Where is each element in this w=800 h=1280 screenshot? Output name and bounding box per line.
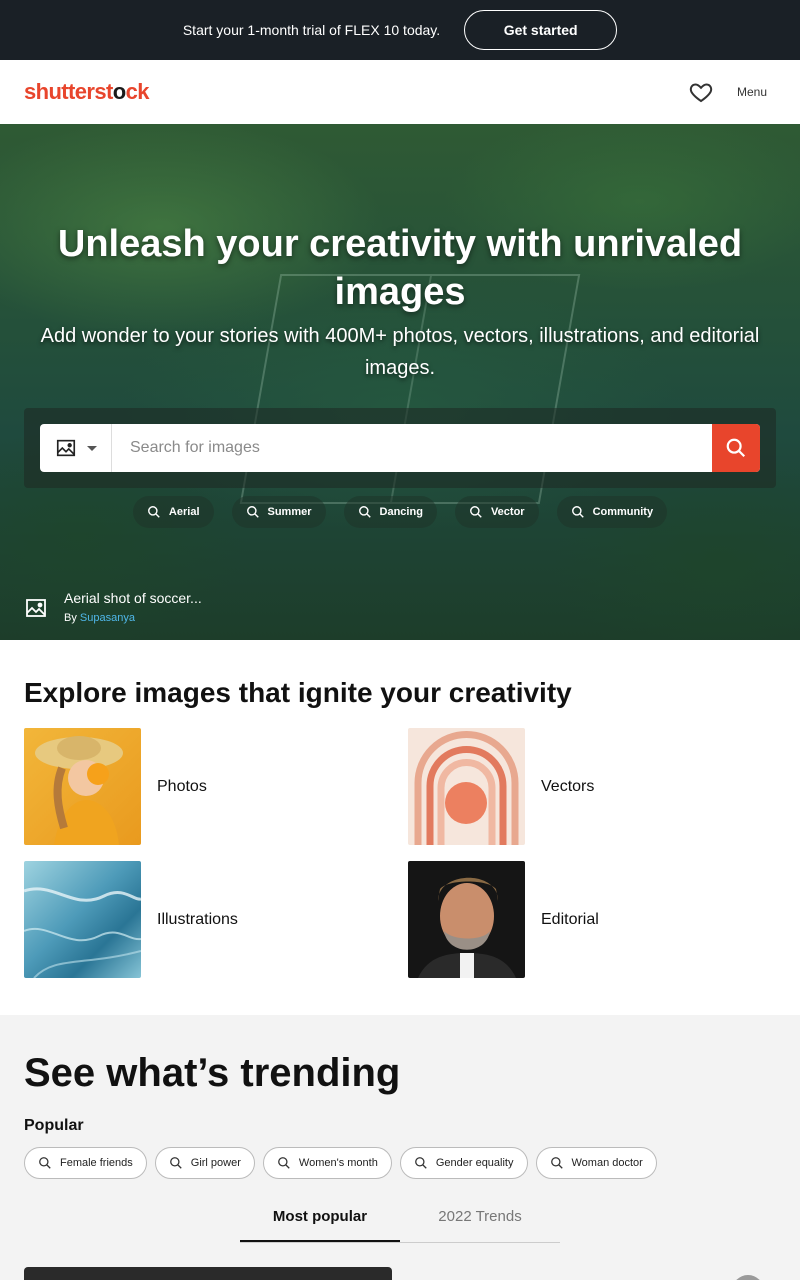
chip-girl-power[interactable]: Girl power [154, 1147, 255, 1179]
chip-gender-equality[interactable]: Gender equality [399, 1147, 528, 1179]
chip-label: Summer [267, 506, 312, 518]
illustrations-thumbnail [24, 861, 141, 978]
search-icon [726, 438, 746, 458]
shutterstock-logo[interactable]: shutterstock [24, 79, 149, 105]
search-icon [246, 506, 259, 518]
credit-text: Aerial shot of soccer... By Supasanya [64, 588, 202, 624]
site-header: shutterstock Menu [0, 60, 800, 124]
search-icon [277, 1157, 290, 1169]
hero-section: Unleash your creativity with unrivaled i… [0, 124, 800, 640]
hero-suggestion-chips: Aerial Summer Dancing Vector Community [0, 496, 800, 528]
chip-label: Gender equality [435, 1157, 514, 1169]
popular-label: Popular [24, 1117, 84, 1134]
chip-label: Aerial [168, 506, 200, 518]
image-icon [56, 439, 75, 457]
search-icon [147, 506, 160, 518]
chip-label: Woman doctor [571, 1157, 643, 1169]
search-input[interactable] [112, 424, 712, 472]
explore-title: Explore images that ignite your creativi… [24, 677, 572, 708]
image-credit: Aerial shot of soccer... By Supasanya [24, 588, 202, 624]
chip-dancing[interactable]: Dancing [343, 496, 437, 528]
hero-subtitle: Add wonder to your stories with 400M+ ph… [40, 325, 760, 379]
chip-female-friends[interactable]: Female friends [24, 1147, 147, 1179]
chip-summer[interactable]: Summer [231, 496, 326, 528]
chip-label: Girl power [190, 1157, 241, 1169]
search-icon [39, 1157, 51, 1169]
tab-most-popular[interactable]: Most popular [240, 1201, 400, 1242]
editorial-thumbnail [408, 861, 525, 978]
logo-text-ck: ck [125, 79, 150, 104]
category-editorial[interactable]: Editorial [408, 861, 599, 978]
chip-community[interactable]: Community [556, 496, 668, 528]
promo-bar: Start your 1-month trial of FLEX 10 toda… [0, 0, 800, 60]
credit-byline: By Supasanya [64, 612, 202, 624]
category-label: Vectors [541, 777, 595, 795]
trending-title: See what’s trending [24, 1051, 401, 1095]
illustrations-thumbnail-art [24, 887, 141, 978]
search-box [40, 424, 760, 472]
editorial-thumbnail-art [418, 877, 516, 978]
search-icon [550, 1157, 563, 1169]
search-button[interactable] [712, 424, 760, 472]
category-label: Photos [157, 777, 207, 795]
chip-label: Women's month [298, 1157, 378, 1169]
vectors-thumbnail [408, 728, 525, 845]
heart-icon[interactable] [689, 80, 713, 104]
search-icon [571, 506, 584, 518]
search-icon [414, 1157, 427, 1169]
category-vectors[interactable]: Vectors [408, 728, 594, 845]
chip-vector[interactable]: Vector [454, 496, 539, 528]
trending-chips: Female friends Girl power Women's month … [24, 1147, 657, 1179]
chip-woman-doctor[interactable]: Woman doctor [535, 1147, 657, 1179]
photos-thumbnail [24, 728, 141, 845]
category-illustrations[interactable]: Illustrations [24, 861, 238, 978]
chip-aerial[interactable]: Aerial [132, 496, 214, 528]
category-label: Illustrations [157, 910, 238, 928]
chevron-down-icon [86, 445, 97, 451]
search-icon [169, 1157, 182, 1169]
trending-image-card[interactable] [24, 1267, 392, 1280]
tab-2022-trends[interactable]: 2022 Trends [400, 1201, 560, 1242]
promo-text: Start your 1-month trial of FLEX 10 toda… [182, 22, 441, 38]
header-actions: Menu [689, 80, 776, 104]
credit-by-label: By [64, 612, 77, 624]
explore-section: Explore images that ignite your creativi… [0, 640, 800, 1015]
chip-label: Community [592, 506, 654, 518]
logo-text-red: shutterst [24, 79, 113, 104]
category-photos[interactable]: Photos [24, 728, 207, 845]
credit-title[interactable]: Aerial shot of soccer... [64, 588, 202, 608]
chip-womens-month[interactable]: Women's month [262, 1147, 392, 1179]
chip-label: Vector [490, 506, 525, 518]
chip-label: Female friends [60, 1157, 133, 1169]
photos-thumbnail-art [35, 736, 123, 845]
category-label: Editorial [541, 910, 599, 928]
hero-title: Unleash your creativity with unrivaled i… [57, 223, 743, 313]
image-icon [26, 599, 46, 617]
trending-tabs: Most popular 2022 Trends [240, 1201, 560, 1243]
search-icon [358, 506, 371, 518]
get-started-button[interactable]: Get started [464, 10, 618, 50]
credit-author-link[interactable]: Supasanya [80, 612, 135, 624]
search-panel [24, 408, 776, 488]
carousel-next-button[interactable] [732, 1275, 764, 1280]
menu-button[interactable]: Menu [737, 85, 767, 99]
vectors-thumbnail-art [414, 731, 519, 845]
media-type-select[interactable] [40, 424, 112, 472]
logo-text-o: o [112, 79, 126, 104]
search-icon [469, 506, 482, 518]
trending-section: See what’s trending Popular Female frien… [0, 1015, 800, 1280]
chip-label: Dancing [379, 506, 423, 518]
